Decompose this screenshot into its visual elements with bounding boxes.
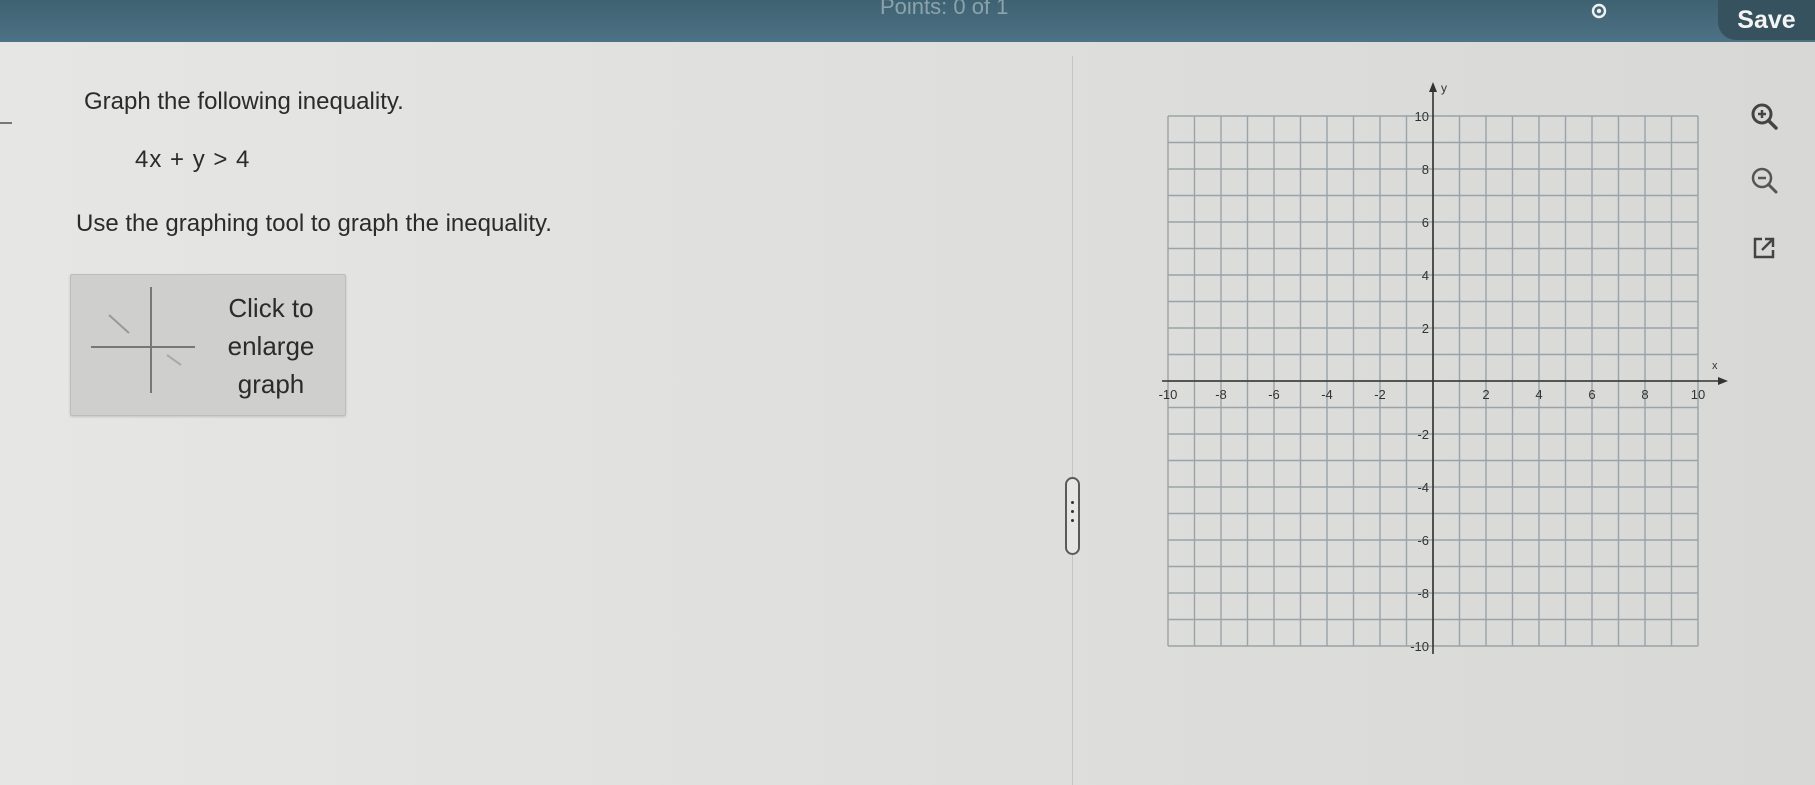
- gear-icon[interactable]: [1588, 2, 1610, 20]
- splitter-handle[interactable]: [1065, 477, 1080, 555]
- enlarge-label: Click to enlarge graph: [211, 289, 331, 403]
- panel-divider: [1072, 56, 1073, 785]
- splitter-dots: [1071, 501, 1074, 522]
- zoom-out-icon: [1751, 167, 1778, 194]
- x-tick-label: 10: [1691, 387, 1705, 402]
- coordinate-grid[interactable]: x y -10 -8 -6 -4 -2 2 4 6 8 10 10 8 6 4 2 -2 -4 -6 -8 -10: [1140, 80, 1740, 720]
- x-tick-label: -2: [1374, 387, 1386, 402]
- x-tick-label: 4: [1535, 387, 1542, 402]
- inequality-expression: 4x + y > 4: [135, 146, 251, 173]
- x-tick-label: 6: [1588, 387, 1595, 402]
- y-axis-arrow: [1429, 82, 1437, 92]
- x-tick-label: -6: [1268, 387, 1280, 402]
- y-tick-label: 4: [1422, 268, 1429, 283]
- zoom-in-button[interactable]: [1744, 96, 1784, 136]
- top-bar: Points: 0 of 1 Save: [0, 0, 1815, 42]
- x-tick-label: -10: [1159, 387, 1178, 402]
- left-edge-tick: [0, 122, 12, 124]
- expand-icon: [1753, 237, 1775, 259]
- y-tick-label: 10: [1415, 109, 1429, 124]
- x-tick-label: 8: [1641, 387, 1648, 402]
- x-axis-arrow: [1718, 377, 1728, 385]
- enlarge-label-line-2: enlarge: [227, 331, 315, 361]
- x-tick-label: -8: [1215, 387, 1227, 402]
- expand-button[interactable]: [1744, 228, 1784, 268]
- y-tick-label: -6: [1417, 533, 1429, 548]
- y-tick-label: -2: [1417, 427, 1429, 442]
- question-instruction: Graph the following inequality.: [84, 88, 404, 115]
- y-tick-label: 6: [1422, 215, 1429, 230]
- graph-thumbnail-icon: [91, 287, 195, 393]
- x-tick-label: -4: [1321, 387, 1333, 402]
- x-tick-label: 2: [1482, 387, 1489, 402]
- x-axis-label: x: [1712, 360, 1718, 372]
- save-button[interactable]: Save: [1718, 0, 1815, 40]
- y-tick-label: -8: [1417, 586, 1429, 601]
- y-tick-label: 2: [1422, 321, 1429, 336]
- tool-instruction: Use the graphing tool to graph the inequ…: [76, 210, 552, 237]
- y-tick-label: 8: [1422, 162, 1429, 177]
- zoom-out-button[interactable]: [1744, 160, 1784, 200]
- y-tick-label: -4: [1417, 480, 1429, 495]
- points-text: Points: 0 of 1: [880, 0, 1009, 19]
- y-axis-label: y: [1441, 81, 1447, 95]
- enlarge-graph-button[interactable]: Click to enlarge graph: [70, 274, 346, 416]
- enlarge-label-line-3: graph: [237, 369, 305, 399]
- y-tick-label: -10: [1410, 639, 1429, 654]
- zoom-in-icon: [1751, 103, 1778, 130]
- enlarge-label-line-1: Click to: [228, 293, 314, 323]
